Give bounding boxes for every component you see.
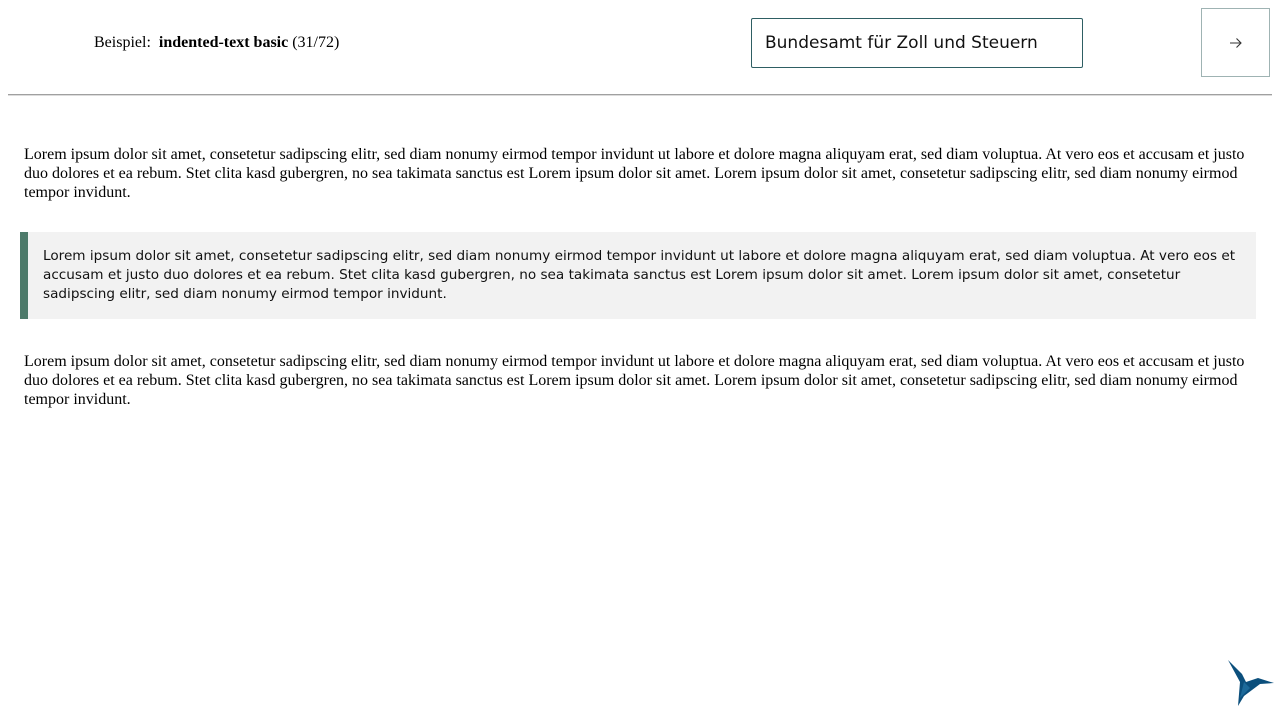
example-label: Beispiel: indented-text basic (31/72): [94, 34, 339, 52]
example-name: indented-text basic: [158, 34, 289, 51]
header-bar: Beispiel: indented-text basic (31/72): [0, 0, 1280, 95]
header-divider: [8, 94, 1272, 96]
indented-text-block: Lorem ipsum dolor sit amet, consetetur s…: [20, 232, 1256, 319]
hummingbird-logo-icon: [1228, 660, 1274, 706]
next-example-button[interactable]: [1201, 8, 1270, 77]
arrow-right-icon: [1229, 37, 1242, 48]
example-search-input[interactable]: [752, 19, 1082, 67]
body-paragraph: Lorem ipsum dolor sit amet, consetetur s…: [24, 353, 1245, 408]
example-search-field[interactable]: [751, 18, 1083, 68]
example-prefix: Beispiel:: [94, 34, 151, 51]
body-paragraph: Lorem ipsum dolor sit amet, consetetur s…: [24, 146, 1245, 201]
example-counter: (31/72): [292, 34, 340, 51]
indented-text: Lorem ipsum dolor sit amet, consetetur s…: [43, 248, 1236, 302]
